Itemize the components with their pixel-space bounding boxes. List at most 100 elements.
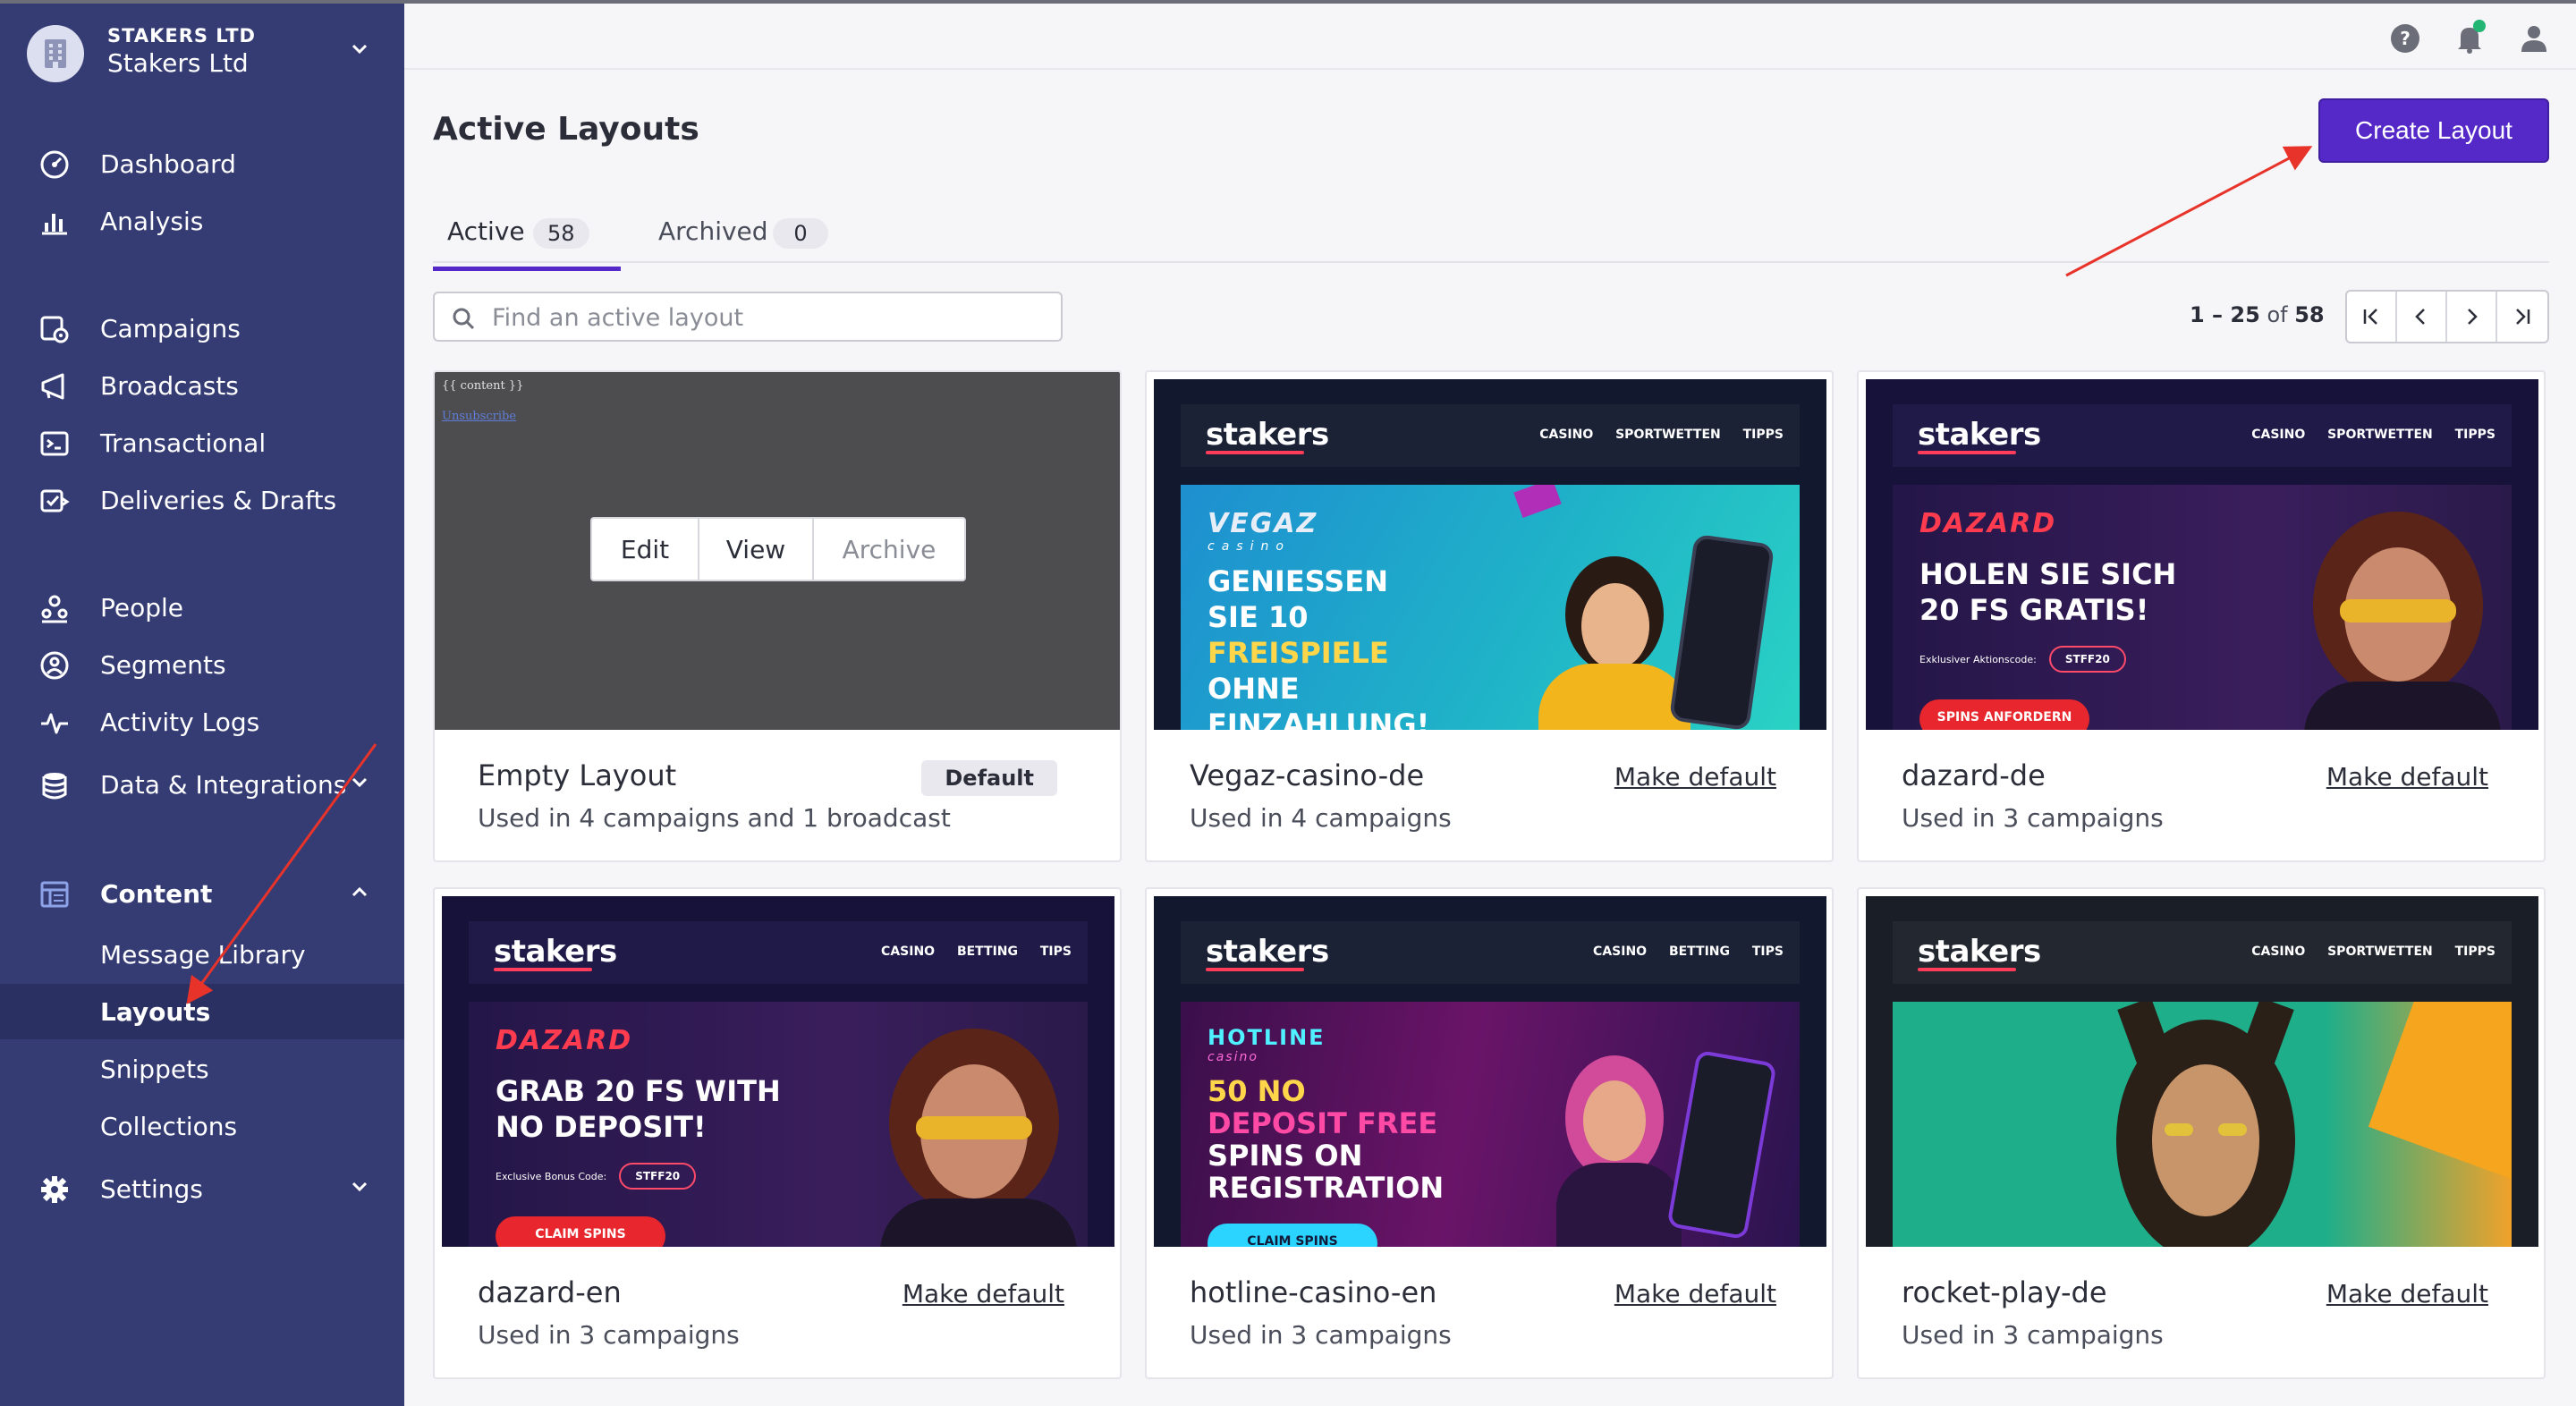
org-switcher[interactable]: STAKERS LTD Stakers Ltd (27, 25, 385, 82)
layout-name: dazard-de (1902, 758, 2046, 792)
layout-preview[interactable]: stakers CASINO BETTING TIPS DAZARD GRAB … (435, 889, 1120, 1247)
create-layout-button[interactable]: Create Layout (2318, 98, 2549, 163)
campaigns-icon (40, 316, 69, 343)
first-page-button[interactable] (2347, 292, 2398, 342)
layout-preview[interactable]: {{ content }} Unsubscribe Edit View Arch… (435, 372, 1120, 730)
sidebar-item-dashboard[interactable]: Dashboard (0, 136, 404, 191)
chevron-down-icon (352, 44, 368, 55)
make-default-link[interactable]: Make default (2326, 762, 2488, 792)
sidebar-item-label: Campaigns (100, 314, 241, 343)
dashboard-gauge-icon (40, 150, 69, 179)
email-menu: CASINO SPORTWETTEN TIPPS (2251, 944, 2496, 959)
sidebar-item-analysis[interactable]: Analysis (0, 193, 404, 249)
sidebar-item-transactional[interactable]: Transactional (0, 415, 404, 470)
email-header: stakers CASINO SPORTWETTEN TIPPS (1893, 921, 2512, 984)
sidebar-item-layouts[interactable]: Layouts (0, 984, 404, 1039)
tab-count-badge: 0 (773, 218, 828, 249)
database-icon (42, 773, 67, 800)
make-default-link[interactable]: Make default (902, 1279, 1064, 1309)
search-input[interactable] (492, 302, 1046, 333)
layout-preview[interactable]: stakers CASINO SPORTWETTEN TIPPS (1859, 889, 2544, 1247)
layout-card[interactable]: stakers CASINO SPORTWETTEN TIPPS rocket-… (1857, 887, 2546, 1379)
person-shirt (1538, 664, 1690, 730)
tab-active[interactable]: Active 58 (433, 208, 621, 271)
help-icon[interactable]: ? (2388, 21, 2422, 55)
hero-line: SIE 10 (1208, 600, 1309, 634)
make-default-link[interactable]: Make default (1614, 1279, 1776, 1309)
sidebar-item-deliveries[interactable]: Deliveries & Drafts (0, 472, 404, 528)
pagination-total: 58 (2294, 302, 2325, 327)
last-page-button[interactable] (2497, 292, 2547, 342)
layout-card[interactable]: {{ content }} Unsubscribe Edit View Arch… (433, 370, 1122, 862)
cta-button: CLAIM SPINS (1208, 1224, 1377, 1247)
window-top-border (0, 0, 2576, 4)
sidebar-item-label: Data & Integrations (100, 770, 347, 800)
sidebar-item-label: Activity Logs (100, 707, 260, 737)
sidebar-item-collections[interactable]: Collections (0, 1098, 404, 1154)
archive-button[interactable]: Archive (814, 519, 964, 580)
layout-card[interactable]: stakers CASINO BETTING TIPS HOTLINE casin… (1145, 887, 1834, 1379)
tab-archived[interactable]: Archived 0 (644, 208, 841, 261)
promo-code-row: Exclusive Bonus Code: STFF20 (496, 1163, 697, 1190)
sidebar-item-label: Dashboard (100, 149, 236, 179)
pagination-controls (2345, 290, 2549, 343)
tab-count-badge: 58 (533, 218, 589, 249)
layout-card[interactable]: stakers CASINO BETTING TIPS DAZARD GRAB … (433, 887, 1122, 1379)
layout-preview[interactable]: stakers CASINO BETTING TIPS HOTLINE casin… (1147, 889, 1832, 1247)
layout-usage: Used in 4 campaigns (1190, 803, 1452, 833)
character-body (880, 1198, 1077, 1247)
layout-card[interactable]: stakers CASINO SPORTWETTEN TIPPS VEGAZ ca… (1145, 370, 1834, 862)
tab-label: Archived (658, 216, 768, 246)
sunglasses (2340, 599, 2456, 623)
previous-page-button[interactable] (2397, 292, 2448, 342)
make-default-link[interactable]: Make default (2326, 1279, 2488, 1309)
layout-preview[interactable]: stakers CASINO SPORTWETTEN TIPPS DAZARD … (1859, 372, 2544, 730)
cta-button: CLAIM SPINS (496, 1216, 665, 1247)
brand-logo: DAZARD (1919, 508, 2057, 539)
cat-ear (2117, 1002, 2173, 1069)
template-tag: {{ content }} (442, 379, 524, 393)
sidebar-item-campaigns[interactable]: Campaigns (0, 301, 404, 356)
sidebar-item-data-integrations[interactable]: Data & Integrations (0, 757, 404, 812)
decor-shape (1513, 485, 1562, 518)
sidebar-item-segments[interactable]: Segments (0, 637, 404, 692)
people-icon (41, 595, 68, 623)
make-default-link[interactable]: Make default (1614, 762, 1776, 792)
hero-line: FREISPIELE (1208, 636, 1389, 670)
code-label: Exklusiver Aktionscode: (1919, 654, 2037, 665)
layout-name: rocket-play-de (1902, 1275, 2107, 1309)
sidebar-item-people[interactable]: People (0, 580, 404, 635)
edit-button[interactable]: Edit (592, 519, 699, 580)
brand-logo: VEGAZ casino (1208, 508, 1318, 554)
logo-underline (1918, 968, 2016, 971)
sidebar-item-snippets[interactable]: Snippets (0, 1041, 404, 1097)
layout-usage: Used in 4 campaigns and 1 broadcast (478, 803, 951, 833)
sidebar-item-settings[interactable]: Settings (0, 1161, 404, 1216)
last-page-icon (2516, 309, 2530, 325)
cta-button: SPINS ANFORDERN (1919, 699, 2089, 730)
layout-preview[interactable]: stakers CASINO SPORTWETTEN TIPPS VEGAZ ca… (1147, 372, 1832, 730)
sidebar: STAKERS LTD Stakers Ltd Dashboard Analys… (0, 0, 404, 1406)
active-tab-indicator (433, 267, 621, 271)
character-eye (2218, 1123, 2247, 1136)
search-box[interactable] (433, 292, 1063, 342)
layout-card[interactable]: stakers CASINO SPORTWETTEN TIPPS DAZARD … (1857, 370, 2546, 862)
org-name: Stakers Ltd (107, 48, 249, 78)
hero-line: GENIESSEN (1208, 564, 1388, 598)
view-button[interactable]: View (699, 519, 814, 580)
character-body (2304, 682, 2501, 730)
gear-icon (41, 1176, 68, 1203)
user-icon[interactable] (2517, 21, 2551, 55)
character-face (2152, 1064, 2259, 1216)
pagination-of: of (2267, 302, 2288, 327)
sidebar-item-activity-logs[interactable]: Activity Logs (0, 694, 404, 750)
sidebar-item-content[interactable]: Content (0, 866, 404, 921)
next-page-button[interactable] (2447, 292, 2498, 342)
sidebar-item-message-library[interactable]: Message Library (0, 927, 404, 982)
sidebar-item-broadcasts[interactable]: Broadcasts (0, 358, 404, 413)
notification-dot (2473, 20, 2486, 32)
layout-usage: Used in 3 campaigns (1190, 1320, 1452, 1350)
main-content: ? Active Layouts Create Layout Active 58… (404, 0, 2576, 1406)
megaphone-icon (41, 373, 64, 400)
hero-line: 50 NO (1208, 1074, 1306, 1108)
